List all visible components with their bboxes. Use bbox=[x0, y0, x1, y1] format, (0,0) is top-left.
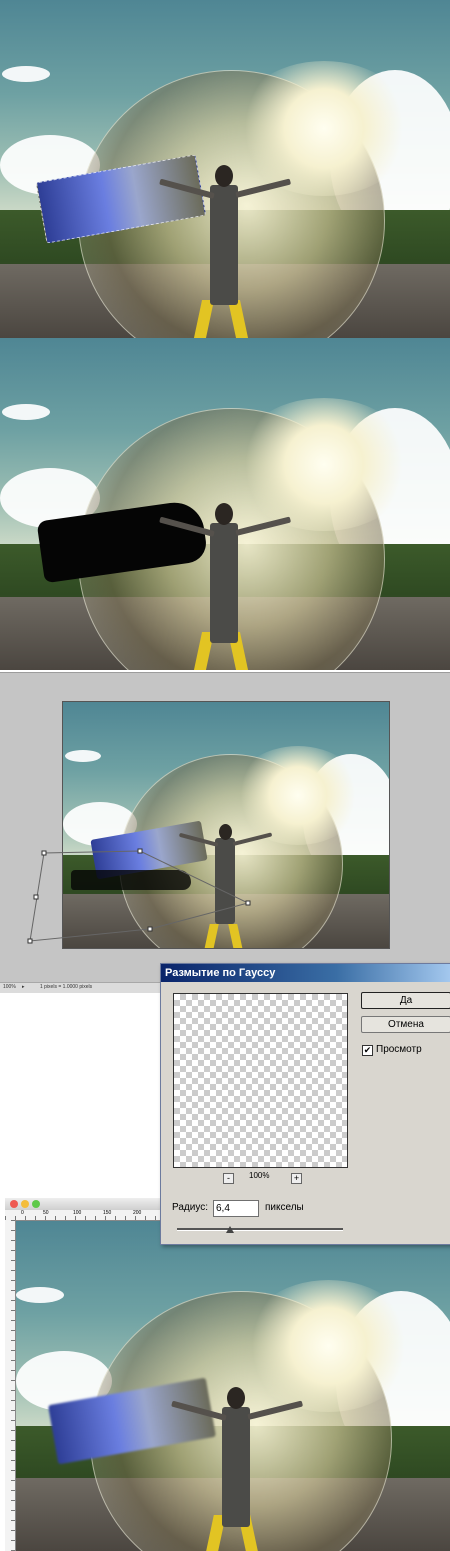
preview-checkbox[interactable]: ✔ bbox=[362, 1045, 373, 1056]
ruler-tick: 100 bbox=[73, 1210, 82, 1216]
gaussian-blur-dialog: Размытие по Гауссу - 100% + Да Отмена ✔ … bbox=[160, 963, 450, 1245]
man-head bbox=[215, 503, 233, 525]
transform-handle bbox=[245, 900, 251, 906]
man-figure bbox=[210, 523, 238, 643]
ruler-tick: 200 bbox=[133, 1210, 142, 1216]
transform-handle bbox=[147, 926, 153, 932]
status-info: 1 pixels = 1.0000 pixels bbox=[40, 984, 93, 990]
radius-slider-thumb[interactable] bbox=[226, 1226, 235, 1233]
cloud bbox=[2, 404, 50, 420]
sun-glow bbox=[234, 397, 414, 531]
status-zoom[interactable]: 100% bbox=[3, 984, 16, 990]
zoom-in-button[interactable]: + bbox=[291, 1173, 302, 1184]
photo-scene-selection bbox=[0, 0, 450, 338]
zoom-out-button[interactable]: - bbox=[223, 1173, 234, 1184]
status-arrow-icon[interactable]: ▸ bbox=[22, 984, 25, 990]
final-blurred-image bbox=[16, 1221, 450, 1551]
radius-label: Радиус: bbox=[172, 1202, 208, 1213]
ruler-tick: 0 bbox=[21, 1210, 24, 1216]
transform-handle bbox=[137, 848, 143, 854]
man-head bbox=[215, 165, 233, 187]
transform-handle bbox=[33, 894, 39, 900]
radius-unit: пикселы bbox=[265, 1202, 304, 1213]
cloud bbox=[16, 1287, 64, 1303]
transform-handle bbox=[27, 938, 33, 944]
man-figure bbox=[222, 1407, 250, 1527]
man-figure bbox=[210, 185, 238, 305]
man-head bbox=[227, 1387, 245, 1409]
cloud bbox=[2, 66, 50, 82]
minimize-dot-icon[interactable] bbox=[21, 1200, 29, 1208]
ruler-tick: 50 bbox=[43, 1210, 49, 1216]
ok-button[interactable]: Да bbox=[361, 992, 450, 1009]
sun-glow bbox=[234, 60, 414, 197]
zoom-dot-icon[interactable] bbox=[32, 1200, 40, 1208]
sun-glow bbox=[241, 1280, 416, 1413]
radius-slider[interactable] bbox=[177, 1228, 343, 1231]
blur-preview-pane[interactable] bbox=[173, 993, 348, 1168]
ruler-tick: 150 bbox=[103, 1210, 112, 1216]
transform-handle bbox=[41, 850, 47, 856]
close-dot-icon[interactable] bbox=[10, 1200, 18, 1208]
dialog-title[interactable]: Размытие по Гауссу bbox=[161, 964, 450, 982]
vertical-ruler[interactable] bbox=[5, 1220, 16, 1551]
zoom-level: 100% bbox=[249, 1171, 270, 1180]
preview-checkbox-label: Просмотр bbox=[376, 1044, 422, 1055]
photo-scene-silhouette bbox=[0, 338, 450, 670]
cancel-button[interactable]: Отмена bbox=[361, 1016, 450, 1033]
radius-input[interactable]: 6,4 bbox=[213, 1200, 259, 1217]
distort-transform-box[interactable] bbox=[0, 673, 450, 983]
photoshop-canvas-area[interactable] bbox=[0, 672, 450, 983]
